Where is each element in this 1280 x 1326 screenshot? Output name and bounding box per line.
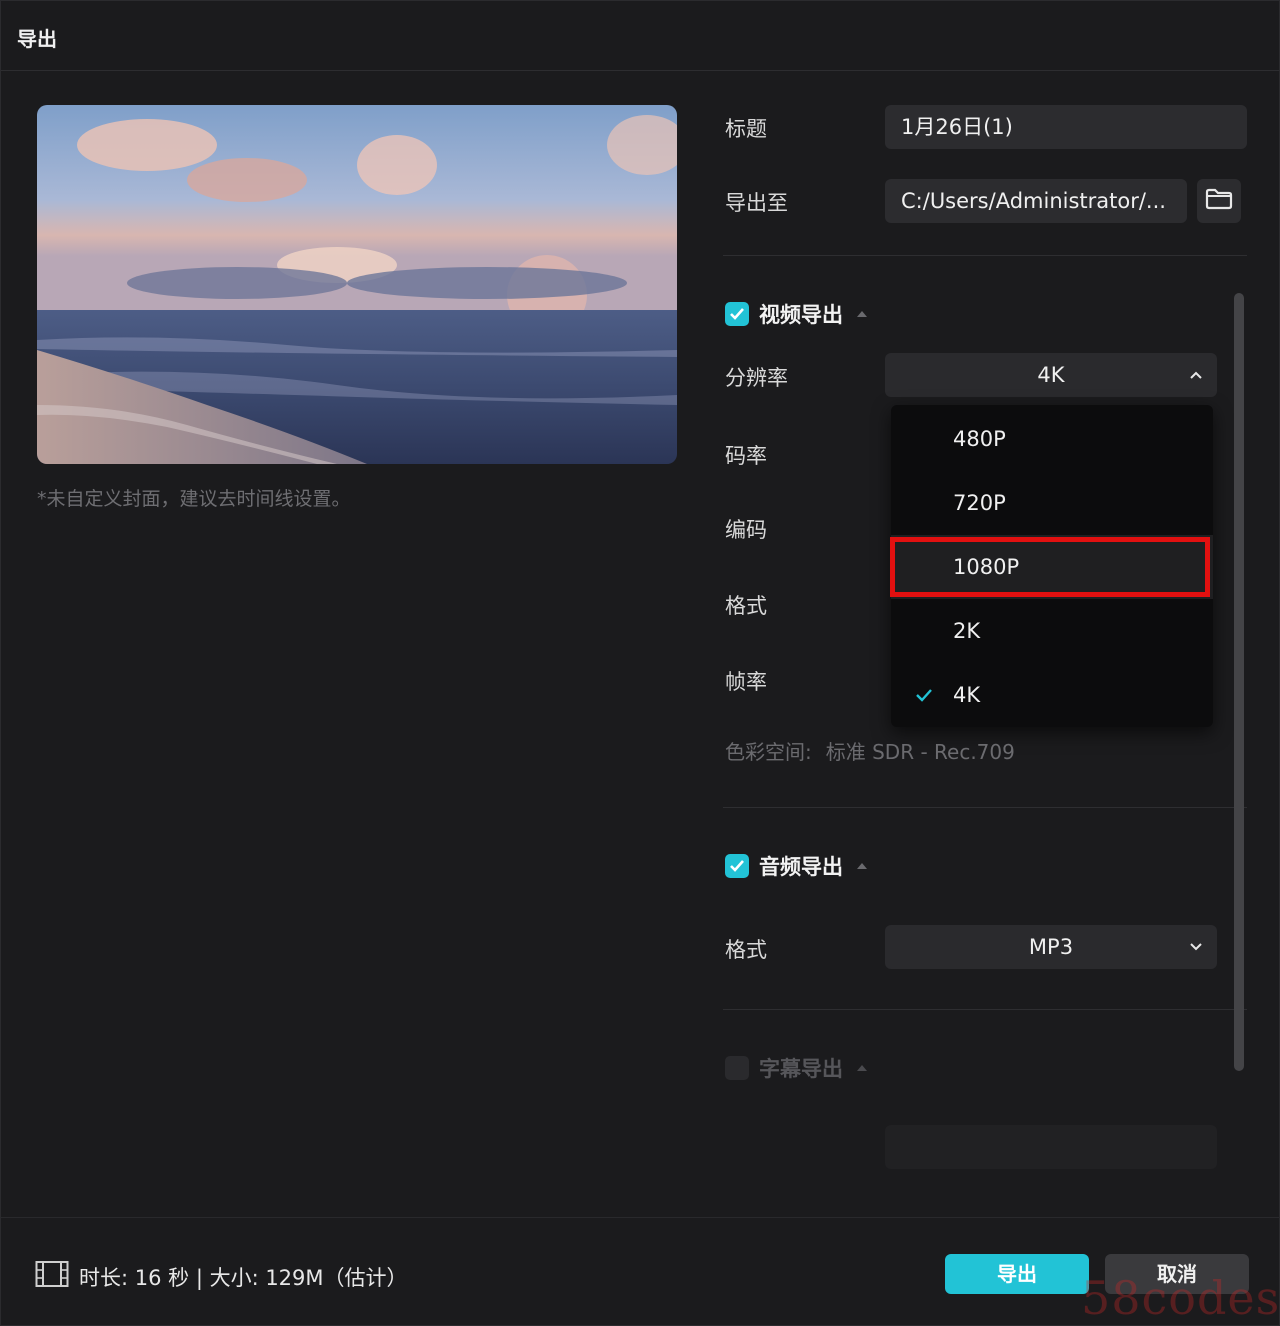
video-export-title: 视频导出 xyxy=(759,303,843,327)
resolution-label: 分辨率 xyxy=(725,366,788,390)
codec-label: 编码 xyxy=(725,518,767,542)
dialog-title: 导出 xyxy=(17,27,57,51)
browse-folder-button[interactable] xyxy=(1197,179,1241,223)
scrollbar[interactable] xyxy=(1234,293,1244,1071)
resolution-option-4k[interactable]: 4K xyxy=(891,663,1213,727)
subtitle-export-checkbox[interactable] xyxy=(725,1056,749,1080)
color-space-value: 标准 SDR - Rec.709 xyxy=(825,740,1015,764)
export-to-label: 导出至 xyxy=(725,191,788,215)
chevron-up-icon xyxy=(1189,353,1203,397)
export-path-input[interactable]: C:/Users/Administrator/... xyxy=(885,179,1187,223)
title-label: 标题 xyxy=(725,117,767,141)
divider xyxy=(723,255,1247,256)
video-export-checkbox[interactable] xyxy=(725,302,749,326)
collapse-caret-icon[interactable] xyxy=(857,311,867,317)
folder-icon xyxy=(1205,188,1233,214)
video-export-header[interactable]: 视频导出 xyxy=(725,299,867,329)
subtitle-export-title: 字幕导出 xyxy=(759,1057,843,1081)
collapse-caret-icon[interactable] xyxy=(857,1065,867,1071)
framerate-label: 帧率 xyxy=(725,670,767,694)
cover-hint-text: *未自定义封面，建议去时间线设置。 xyxy=(37,488,351,510)
resolution-option-2k[interactable]: 2K xyxy=(891,599,1213,663)
export-info: 时长: 16 秒 | 大小: 129M（估计） xyxy=(35,1260,408,1293)
title-input[interactable]: 1月26日(1) xyxy=(885,105,1247,149)
watermark: 58codes xyxy=(1081,1271,1280,1325)
format-label: 格式 xyxy=(725,594,767,618)
audio-export-header[interactable]: 音频导出 xyxy=(725,851,867,881)
color-space-label: 色彩空间: xyxy=(725,740,812,764)
title-bar: 导出 xyxy=(1,1,1280,71)
film-icon xyxy=(35,1260,69,1293)
resolution-option-480p[interactable]: 480P xyxy=(891,407,1213,471)
highlight-annotation-box xyxy=(890,537,1210,597)
resolution-value: 4K xyxy=(1037,363,1065,387)
audio-export-title: 音频导出 xyxy=(759,855,843,879)
color-space-info: 色彩空间: 标准 SDR - Rec.709 xyxy=(725,736,1015,765)
cover-preview-image xyxy=(37,105,677,464)
resolution-select[interactable]: 4K xyxy=(885,353,1217,397)
subtitle-format-select[interactable] xyxy=(885,1125,1217,1169)
divider xyxy=(723,1009,1247,1010)
collapse-caret-icon[interactable] xyxy=(857,863,867,869)
export-button[interactable]: 导出 xyxy=(945,1254,1089,1294)
export-dialog: 导出 *未自定义封面，建议去时间线设置。 标题 1月26日(1) 导出至 C:/… xyxy=(0,0,1280,1326)
chevron-down-icon xyxy=(1189,925,1203,969)
bitrate-label: 码率 xyxy=(725,444,767,468)
audio-format-select[interactable]: MP3 xyxy=(885,925,1217,969)
audio-export-checkbox[interactable] xyxy=(725,854,749,878)
resolution-option-720p[interactable]: 720P xyxy=(891,471,1213,535)
checkmark-icon xyxy=(915,663,933,727)
audio-format-value: MP3 xyxy=(1028,935,1074,959)
duration-size-text: 时长: 16 秒 | 大小: 129M（估计） xyxy=(79,1265,408,1290)
subtitle-export-header[interactable]: 字幕导出 xyxy=(725,1053,867,1083)
audio-format-label: 格式 xyxy=(725,938,767,962)
divider xyxy=(723,807,1247,808)
